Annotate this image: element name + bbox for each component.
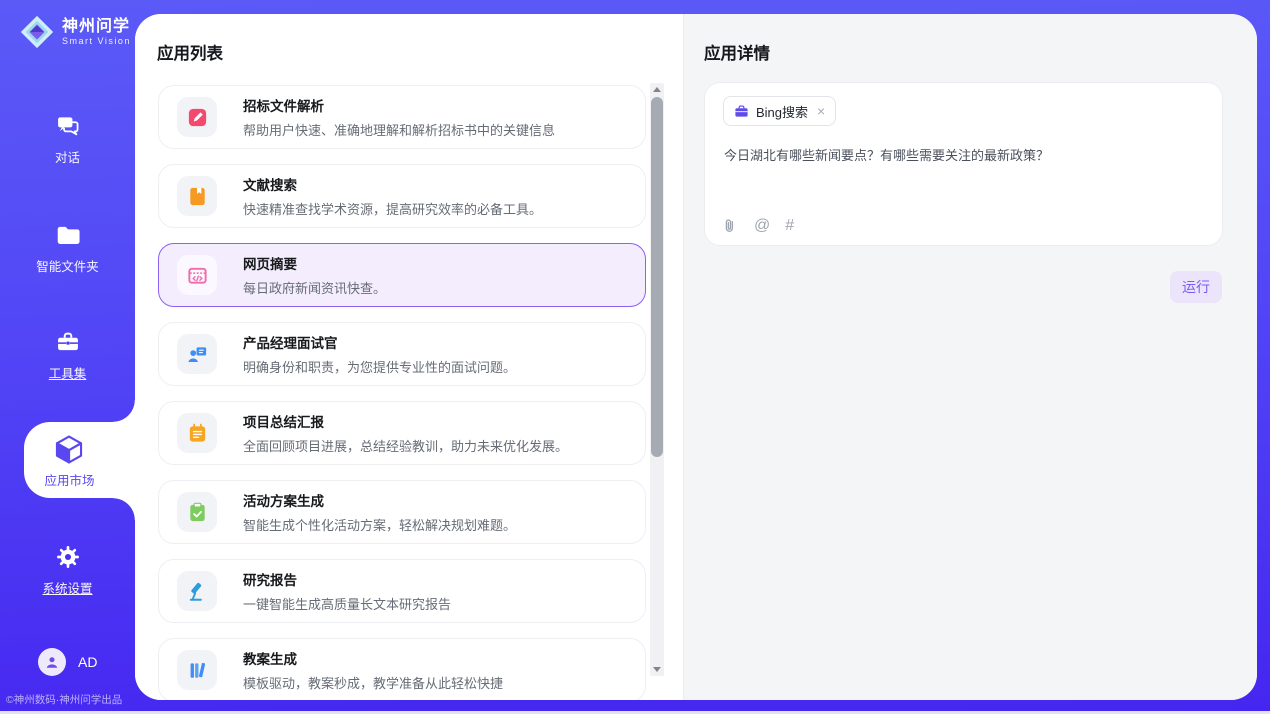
book-icon bbox=[186, 185, 209, 208]
app-list-item[interactable]: 招标文件解析 帮助用户快速、准确地理解和解析招标书中的关键信息 bbox=[158, 85, 646, 149]
app-list-item[interactable]: 研究报告 一键智能生成高质量长文本研究报告 bbox=[158, 559, 646, 623]
notepad-icon bbox=[186, 422, 209, 445]
app-description: 全面回顾项目进展，总结经验教训，助力未来优化发展。 bbox=[243, 436, 568, 455]
cube-icon bbox=[52, 432, 86, 466]
app-window: 神州问学 Smart Vision 对话 智能文件夹 bbox=[0, 0, 1270, 714]
prompt-text[interactable]: 今日湖北有哪些新闻要点？有哪些需要关注的最新政策？ bbox=[724, 146, 1202, 166]
tab-curve-top bbox=[113, 400, 135, 422]
prompt-toolbar: @ # bbox=[721, 217, 794, 235]
app-title: 项目总结汇报 bbox=[243, 411, 568, 431]
sidebar-item-chat[interactable]: 对话 bbox=[0, 112, 135, 166]
scrollbar-thumb[interactable] bbox=[651, 97, 663, 457]
app-description: 每日政府新闻资讯快查。 bbox=[243, 278, 386, 297]
gear-icon bbox=[54, 543, 82, 571]
app-icon-box bbox=[177, 650, 217, 690]
scrollbar-down-icon[interactable] bbox=[650, 663, 664, 676]
interview-icon bbox=[186, 343, 209, 366]
person-icon bbox=[43, 653, 61, 671]
scrollbar-track[interactable] bbox=[650, 83, 664, 676]
tab-curve-bottom bbox=[113, 498, 135, 520]
app-title: 活动方案生成 bbox=[243, 490, 516, 510]
browser-icon bbox=[186, 264, 209, 287]
app-list-item[interactable]: 教案生成 模板驱动，教案秒成，教学准备从此轻松快捷 bbox=[158, 638, 646, 700]
app-description: 快速精准查找学术资源，提高研究效率的必备工具。 bbox=[243, 199, 542, 218]
app-icon-box bbox=[177, 492, 217, 532]
app-title: 文献搜索 bbox=[243, 174, 542, 194]
app-title: 教案生成 bbox=[243, 648, 503, 668]
prompt-card[interactable]: Bing搜索 × 今日湖北有哪些新闻要点？有哪些需要关注的最新政策？ @ # bbox=[704, 82, 1223, 246]
sidebar-item-label: 智能文件夹 bbox=[36, 256, 99, 275]
app-list-panel: 应用列表 招标文件解析 帮助用户快速、准确地理解和解析招标书中的关键信息 bbox=[135, 14, 683, 700]
sidebar-item-label: 应用市场 bbox=[44, 470, 94, 489]
app-list-item[interactable]: 项目总结汇报 全面回顾项目进展，总结经验教训，助力未来优化发展。 bbox=[158, 401, 646, 465]
app-icon-box bbox=[177, 176, 217, 216]
app-list-item[interactable]: 网页摘要 每日政府新闻资讯快查。 bbox=[158, 243, 646, 307]
sidebar-item-app-market[interactable]: 应用市场 bbox=[24, 422, 135, 498]
app-icon-box bbox=[177, 255, 217, 295]
app-description: 帮助用户快速、准确地理解和解析招标书中的关键信息 bbox=[243, 120, 555, 139]
app-title: 产品经理面试官 bbox=[243, 332, 516, 352]
edit-icon bbox=[186, 106, 209, 129]
app-description: 模板驱动，教案秒成，教学准备从此轻松快捷 bbox=[243, 673, 503, 692]
main-content: 应用列表 招标文件解析 帮助用户快速、准确地理解和解析招标书中的关键信息 bbox=[135, 14, 1257, 700]
toolbox-icon bbox=[54, 328, 82, 356]
app-icon-box bbox=[177, 413, 217, 453]
app-list-item[interactable]: 产品经理面试官 明确身份和职责，为您提供专业性的面试问题。 bbox=[158, 322, 646, 386]
sidebar-item-label: 系统设置 bbox=[42, 578, 92, 597]
sidebar-item-settings[interactable]: 系统设置 bbox=[0, 543, 135, 597]
attachment-icon[interactable] bbox=[721, 217, 739, 235]
app-icon-box bbox=[177, 571, 217, 611]
user-initials: AD bbox=[78, 654, 97, 670]
chat-icon bbox=[54, 112, 82, 140]
tag-close-icon[interactable]: × bbox=[817, 104, 825, 118]
hash-icon[interactable]: # bbox=[785, 218, 794, 234]
app-detail-panel: 应用详情 Bing搜索 × 今日湖北有哪些新闻要点？有哪些需要关注的最新政策？ bbox=[683, 14, 1257, 700]
sidebar-item-toolset[interactable]: 工具集 bbox=[0, 328, 135, 382]
app-description: 一键智能生成高质量长文本研究报告 bbox=[243, 594, 451, 613]
tool-tag-bing-search[interactable]: Bing搜索 × bbox=[723, 96, 836, 126]
mention-icon[interactable]: @ bbox=[754, 218, 770, 234]
sidebar-item-label: 对话 bbox=[55, 147, 80, 166]
folder-icon bbox=[54, 221, 82, 249]
books-icon bbox=[186, 659, 209, 682]
scrollbar-up-icon[interactable] bbox=[650, 83, 664, 96]
app-title: 网页摘要 bbox=[243, 253, 386, 273]
run-button[interactable]: 运行 bbox=[1170, 271, 1222, 303]
copyright-text: ©神州数码·神州问学出品 bbox=[6, 692, 135, 707]
avatar bbox=[38, 648, 66, 676]
app-title: 招标文件解析 bbox=[243, 95, 555, 115]
clipboard-icon bbox=[186, 501, 209, 524]
research-icon bbox=[186, 580, 209, 603]
app-list-item[interactable]: 文献搜索 快速精准查找学术资源，提高研究效率的必备工具。 bbox=[158, 164, 646, 228]
sidebar-item-smart-folder[interactable]: 智能文件夹 bbox=[0, 221, 135, 275]
brand-name: 神州问学 bbox=[62, 18, 131, 36]
app-list-item[interactable]: 活动方案生成 智能生成个性化活动方案，轻松解决规划难题。 bbox=[158, 480, 646, 544]
briefcase-icon bbox=[734, 104, 749, 119]
brand-subtitle: Smart Vision bbox=[62, 36, 131, 46]
tool-tag-label: Bing搜索 bbox=[756, 102, 808, 121]
user-menu[interactable]: AD bbox=[38, 648, 97, 676]
app-description: 明确身份和职责，为您提供专业性的面试问题。 bbox=[243, 357, 516, 376]
app-list: 招标文件解析 帮助用户快速、准确地理解和解析招标书中的关键信息 文献搜索 快速精… bbox=[135, 82, 683, 700]
sidebar: 神州问学 Smart Vision 对话 智能文件夹 bbox=[0, 0, 135, 714]
brand-logo: 神州问学 Smart Vision bbox=[18, 13, 131, 51]
app-title: 研究报告 bbox=[243, 569, 451, 589]
app-icon-box bbox=[177, 334, 217, 374]
diamond-logo-icon bbox=[18, 13, 56, 51]
app-list-title: 应用列表 bbox=[157, 40, 223, 64]
app-detail-title: 应用详情 bbox=[704, 40, 770, 64]
app-description: 智能生成个性化活动方案，轻松解决规划难题。 bbox=[243, 515, 516, 534]
app-icon-box bbox=[177, 97, 217, 137]
sidebar-item-label: 工具集 bbox=[49, 363, 87, 382]
